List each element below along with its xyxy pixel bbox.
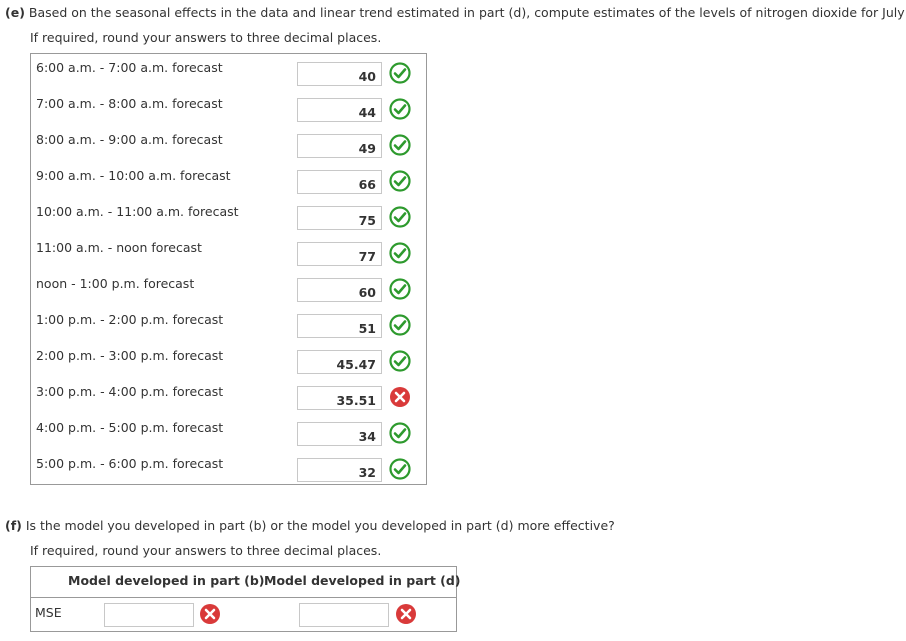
mse-row-label: MSE: [35, 605, 62, 620]
forecast-row-label: 4:00 p.m. - 5:00 p.m. forecast: [36, 420, 224, 435]
part-f-label: (f): [5, 518, 22, 533]
forecast-answer-input[interactable]: [297, 350, 382, 374]
mse-header-divider: [31, 597, 456, 598]
check-circle-icon: [389, 242, 411, 264]
part-e-instruction: If required, round your answers to three…: [30, 30, 382, 45]
mse-model-d-input[interactable]: [299, 603, 389, 627]
forecast-row-label: noon - 1:00 p.m. forecast: [36, 276, 195, 291]
x-circle-icon: [396, 604, 416, 624]
x-circle-icon: [200, 604, 220, 624]
forecast-table: 6:00 a.m. - 7:00 a.m. forecast 7:00 a.m. …: [30, 53, 427, 485]
part-e-label: (e): [5, 5, 25, 20]
part-f-question: (f) Is the model you developed in part (…: [5, 518, 615, 533]
check-circle-icon: [389, 206, 411, 228]
forecast-row-label: 8:00 a.m. - 9:00 a.m. forecast: [36, 132, 223, 147]
check-circle-icon: [389, 458, 411, 480]
check-circle-icon: [389, 98, 411, 120]
check-circle-icon: [389, 134, 411, 156]
part-f-instruction: If required, round your answers to three…: [30, 543, 382, 558]
check-circle-icon: [389, 278, 411, 300]
forecast-answer-input[interactable]: [297, 242, 382, 266]
forecast-answer-input[interactable]: [297, 134, 382, 158]
forecast-answer-input[interactable]: [297, 458, 382, 482]
forecast-answer-input[interactable]: [297, 170, 382, 194]
col-head-model-d: Model developed in part (d): [264, 573, 461, 588]
part-f-question-text: Is the model you developed in part (b) o…: [25, 518, 615, 533]
forecast-row-label: 5:00 p.m. - 6:00 p.m. forecast: [36, 456, 224, 471]
forecast-answer-input[interactable]: [297, 314, 382, 338]
forecast-row-label: 10:00 a.m. - 11:00 a.m. forecast: [36, 204, 239, 219]
forecast-answer-input[interactable]: [297, 98, 382, 122]
check-circle-icon: [389, 62, 411, 84]
check-circle-icon: [389, 314, 411, 336]
forecast-answer-input[interactable]: [297, 422, 382, 446]
forecast-row-label: 6:00 a.m. - 7:00 a.m. forecast: [36, 60, 223, 75]
col-head-model-b: Model developed in part (b): [68, 573, 265, 588]
check-circle-icon: [389, 422, 411, 444]
forecast-answer-input[interactable]: [297, 206, 382, 230]
forecast-row-label: 2:00 p.m. - 3:00 p.m. forecast: [36, 348, 224, 363]
forecast-row-label: 11:00 a.m. - noon forecast: [36, 240, 202, 255]
mse-model-b-input[interactable]: [104, 603, 194, 627]
forecast-row-label: 1:00 p.m. - 2:00 p.m. forecast: [36, 312, 224, 327]
x-circle-icon: [390, 387, 410, 407]
check-circle-icon: [389, 170, 411, 192]
forecast-answer-input[interactable]: [297, 386, 382, 410]
forecast-answer-input[interactable]: [297, 278, 382, 302]
mse-table: Model developed in part (b) Model develo…: [30, 566, 461, 632]
forecast-answer-input[interactable]: [297, 62, 382, 86]
forecast-row-label: 9:00 a.m. - 10:00 a.m. forecast: [36, 168, 231, 183]
forecast-row-label: 3:00 p.m. - 4:00 p.m. forecast: [36, 384, 224, 399]
part-e-question: (e) Based on the seasonal effects in the…: [5, 5, 906, 20]
part-e-question-text: Based on the seasonal effects in the dat…: [28, 5, 906, 20]
forecast-row-label: 7:00 a.m. - 8:00 a.m. forecast: [36, 96, 223, 111]
check-circle-icon: [389, 350, 411, 372]
